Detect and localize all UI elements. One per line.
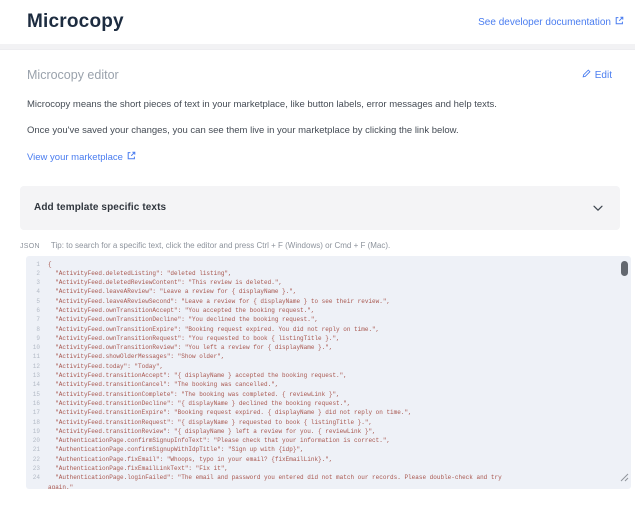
line-number: 17 (26, 408, 48, 417)
code-line: 7 "ActivityFeed.ownTransitionDecline": "… (26, 315, 631, 324)
code-text: "ActivityFeed.transitionReview": "{ disp… (48, 427, 376, 436)
section-heading: Microcopy editor (27, 68, 119, 82)
code-text: "ActivityFeed.deletedListing": "deleted … (48, 269, 232, 278)
code-text: "AuthenticationPage.confirmSignupWithIdp… (48, 445, 304, 454)
line-number: 13 (26, 371, 48, 380)
code-line: 19 "ActivityFeed.transitionReview": "{ d… (26, 427, 631, 436)
line-number: 8 (26, 325, 48, 334)
code-text: "AuthenticationPage.fixEmail": "Whoops, … (48, 455, 332, 464)
code-text: "ActivityFeed.deletedReviewContent": "Th… (48, 278, 282, 287)
code-line: 13 "ActivityFeed.transitionAccept": "{ d… (26, 371, 631, 380)
line-number: 22 (26, 455, 48, 464)
code-line: 12 "ActivityFeed.today": "Today", (26, 362, 631, 371)
code-text: "AuthenticationPage.loginFailed": "The e… (48, 473, 513, 488)
accordion-add-template-texts[interactable]: Add template specific texts (20, 186, 620, 230)
line-number: 23 (26, 464, 48, 473)
code-line: 8 "ActivityFeed.ownTransitionExpire": "B… (26, 325, 631, 334)
line-number: 19 (26, 427, 48, 436)
code-line: 6 "ActivityFeed.ownTransitionAccept": "Y… (26, 306, 631, 315)
code-line: 22 "AuthenticationPage.fixEmail": "Whoop… (26, 455, 631, 464)
code-line: 20 "AuthenticationPage.confirmSignupInfo… (26, 436, 631, 445)
code-text: "ActivityFeed.transitionCancel": "The bo… (48, 380, 278, 389)
resize-handle-icon[interactable] (620, 469, 629, 487)
code-text: "ActivityFeed.today": "Today", (48, 362, 163, 371)
code-line: 9 "ActivityFeed.ownTransitionRequest": "… (26, 334, 631, 343)
page-title: Microcopy (27, 11, 124, 33)
code-text: "ActivityFeed.showOlderMessages": "Show … (48, 352, 224, 361)
description-paragraph-1: Microcopy means the short pieces of text… (27, 97, 555, 113)
code-text: "AuthenticationPage.confirmSignupInfoTex… (48, 436, 390, 445)
developer-docs-link[interactable]: See developer documentation (478, 16, 624, 28)
code-text: "ActivityFeed.transitionRequest": "{ dis… (48, 418, 372, 427)
code-line: 11 "ActivityFeed.showOlderMessages": "Sh… (26, 352, 631, 361)
line-number: 1 (26, 260, 48, 269)
code-line: 10 "ActivityFeed.ownTransitionReview": "… (26, 343, 631, 352)
code-line: 3 "ActivityFeed.deletedReviewContent": "… (26, 278, 631, 287)
line-number: 7 (26, 315, 48, 324)
line-number: 24 (26, 473, 48, 488)
code-line: 21 "AuthenticationPage.confirmSignupWith… (26, 445, 631, 454)
code-line: 15 "ActivityFeed.transitionComplete": "T… (26, 390, 631, 399)
edit-button-label: Edit (595, 70, 612, 81)
edit-button[interactable]: Edit (582, 69, 612, 81)
code-line: 17 "ActivityFeed.transitionExpire": "Boo… (26, 408, 631, 417)
line-number: 12 (26, 362, 48, 371)
line-number: 6 (26, 306, 48, 315)
code-line: 23 "AuthenticationPage.fixEmailLinkText"… (26, 464, 631, 473)
chevron-down-icon (593, 199, 603, 217)
code-text: "ActivityFeed.transitionAccept": "{ disp… (48, 371, 347, 380)
line-number: 5 (26, 297, 48, 306)
line-number: 3 (26, 278, 48, 287)
code-lines: 1{2 "ActivityFeed.deletedListing": "dele… (26, 260, 631, 489)
code-text: "ActivityFeed.leaveAReviewSecond": "Leav… (48, 297, 390, 306)
code-line: 4 "ActivityFeed.leaveAReview": "Leave a … (26, 287, 631, 296)
code-text: "ActivityFeed.transitionExpire": "Bookin… (48, 408, 412, 417)
code-text: { (48, 260, 52, 269)
code-text: "ActivityFeed.leaveAReview": "Leave a re… (48, 287, 296, 296)
pencil-icon (582, 69, 591, 81)
code-line: 1{ (26, 260, 631, 269)
code-text: "ActivityFeed.transitionComplete": "The … (48, 390, 340, 399)
line-number: 14 (26, 380, 48, 389)
code-line: 16 "ActivityFeed.transitionDecline": "{ … (26, 399, 631, 408)
line-number: 20 (26, 436, 48, 445)
page-header: Microcopy See developer documentation (0, 0, 635, 44)
description-paragraph-2: Once you've saved your changes, you can … (27, 123, 555, 139)
editor-meta-row: JSON Tip: to search for a specific text,… (20, 241, 612, 250)
format-label: JSON (20, 243, 40, 250)
code-line: 14 "ActivityFeed.transitionCancel": "The… (26, 380, 631, 389)
line-number: 11 (26, 352, 48, 361)
code-text: "ActivityFeed.transitionDecline": "{ dis… (48, 399, 350, 408)
code-text: "ActivityFeed.ownTransitionReview": "You… (48, 343, 332, 352)
editor-scrollbar-thumb[interactable] (621, 261, 628, 276)
line-number: 21 (26, 445, 48, 454)
microcopy-editor-card: Microcopy editor Edit Microcopy means th… (0, 68, 635, 489)
json-code-editor[interactable]: 1{2 "ActivityFeed.deletedListing": "dele… (26, 256, 631, 489)
line-number: 16 (26, 399, 48, 408)
code-text: "ActivityFeed.ownTransitionAccept": "You… (48, 306, 314, 315)
editor-tip: Tip: to search for a specific text, clic… (51, 241, 390, 250)
line-number: 18 (26, 418, 48, 427)
line-number: 2 (26, 269, 48, 278)
line-number: 15 (26, 390, 48, 399)
developer-docs-link-label: See developer documentation (478, 17, 611, 28)
code-text: "ActivityFeed.ownTransitionRequest": "Yo… (48, 334, 340, 343)
view-marketplace-link-label: View your marketplace (27, 152, 123, 163)
code-line: 5 "ActivityFeed.leaveAReviewSecond": "Le… (26, 297, 631, 306)
accordion-label: Add template specific texts (34, 202, 166, 213)
header-divider (0, 44, 635, 50)
code-line: 2 "ActivityFeed.deletedListing": "delete… (26, 269, 631, 278)
line-number: 9 (26, 334, 48, 343)
external-link-icon (127, 151, 136, 163)
code-line: 24 "AuthenticationPage.loginFailed": "Th… (26, 473, 631, 488)
code-text: "AuthenticationPage.fixEmailLinkText": "… (48, 464, 228, 473)
line-number: 4 (26, 287, 48, 296)
code-text: "ActivityFeed.ownTransitionDecline": "Yo… (48, 315, 318, 324)
code-text: "ActivityFeed.ownTransitionExpire": "Boo… (48, 325, 379, 334)
code-line: 18 "ActivityFeed.transitionRequest": "{ … (26, 418, 631, 427)
external-link-icon (615, 16, 624, 28)
line-number: 10 (26, 343, 48, 352)
view-marketplace-link[interactable]: View your marketplace (27, 151, 136, 163)
